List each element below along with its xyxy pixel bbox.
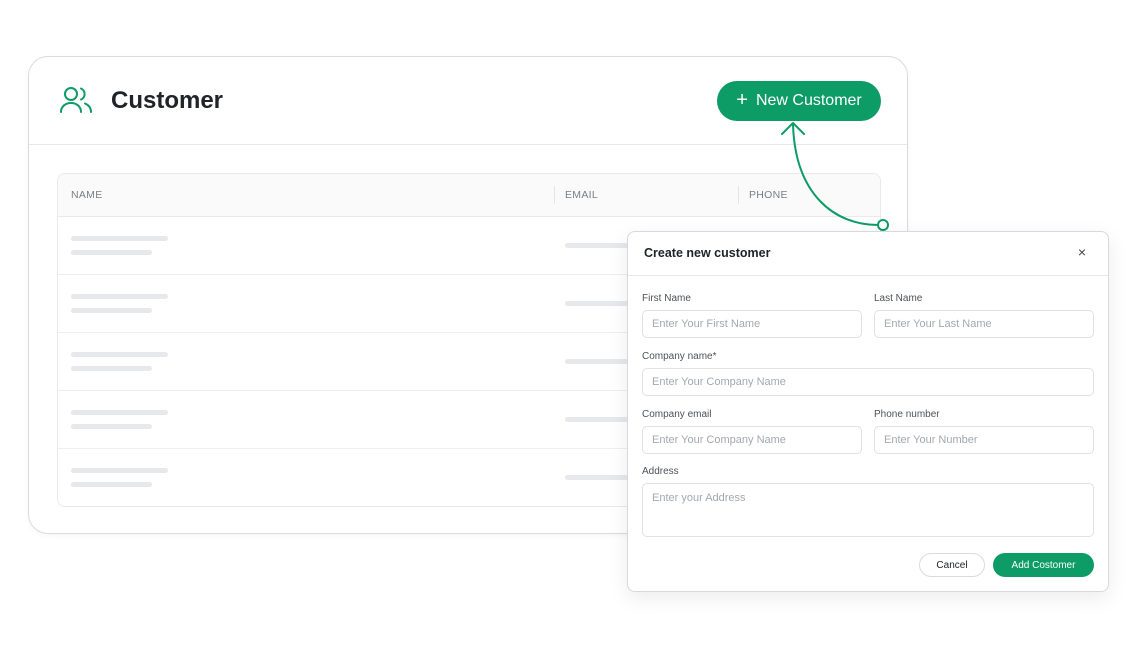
column-name[interactable]: NAME [71,189,103,201]
column-divider [738,186,739,204]
phone-number-label: Phone number [874,409,940,420]
skeleton-line [71,366,152,371]
company-name-input[interactable] [642,368,1094,396]
first-name-input[interactable] [642,310,862,338]
last-name-label: Last Name [874,293,923,304]
users-icon [60,87,92,113]
first-name-label: First Name [642,293,691,304]
skeleton-line [71,482,152,487]
modal-header: Create new customer × [628,232,1108,276]
column-phone[interactable]: PHONE [749,189,788,201]
skeleton-line [71,294,168,299]
skeleton-line [71,236,168,241]
phone-number-input[interactable] [874,426,1094,454]
card-header: Customer + New Customer [29,57,907,145]
skeleton-line [71,424,152,429]
company-email-label: Company email [642,409,712,420]
skeleton-line [71,352,168,357]
new-customer-button[interactable]: + New Customer [717,81,881,121]
add-customer-button[interactable]: Add Costomer [993,553,1094,577]
stage: Customer + New Customer NAME EMAIL PHONE [0,0,1136,648]
close-icon[interactable]: × [1078,244,1086,260]
column-email[interactable]: EMAIL [565,189,598,201]
skeleton-line [71,410,168,415]
page-title: Customer [111,87,224,114]
skeleton-line [71,308,152,313]
create-customer-modal: Create new customer × First Name Last Na… [627,231,1109,592]
table-header: NAME EMAIL PHONE [58,174,880,217]
skeleton-line [71,250,152,255]
modal-title: Create new customer [644,246,771,260]
company-name-label: Company name* [642,351,717,362]
new-customer-label: New Customer [755,92,862,109]
skeleton-line [71,468,168,473]
address-textarea[interactable] [642,483,1094,537]
plus-icon: + [736,89,748,111]
last-name-input[interactable] [874,310,1094,338]
column-divider [554,186,555,204]
company-email-input[interactable] [642,426,862,454]
address-label: Address [642,466,679,477]
cancel-button[interactable]: Cancel [919,553,985,577]
